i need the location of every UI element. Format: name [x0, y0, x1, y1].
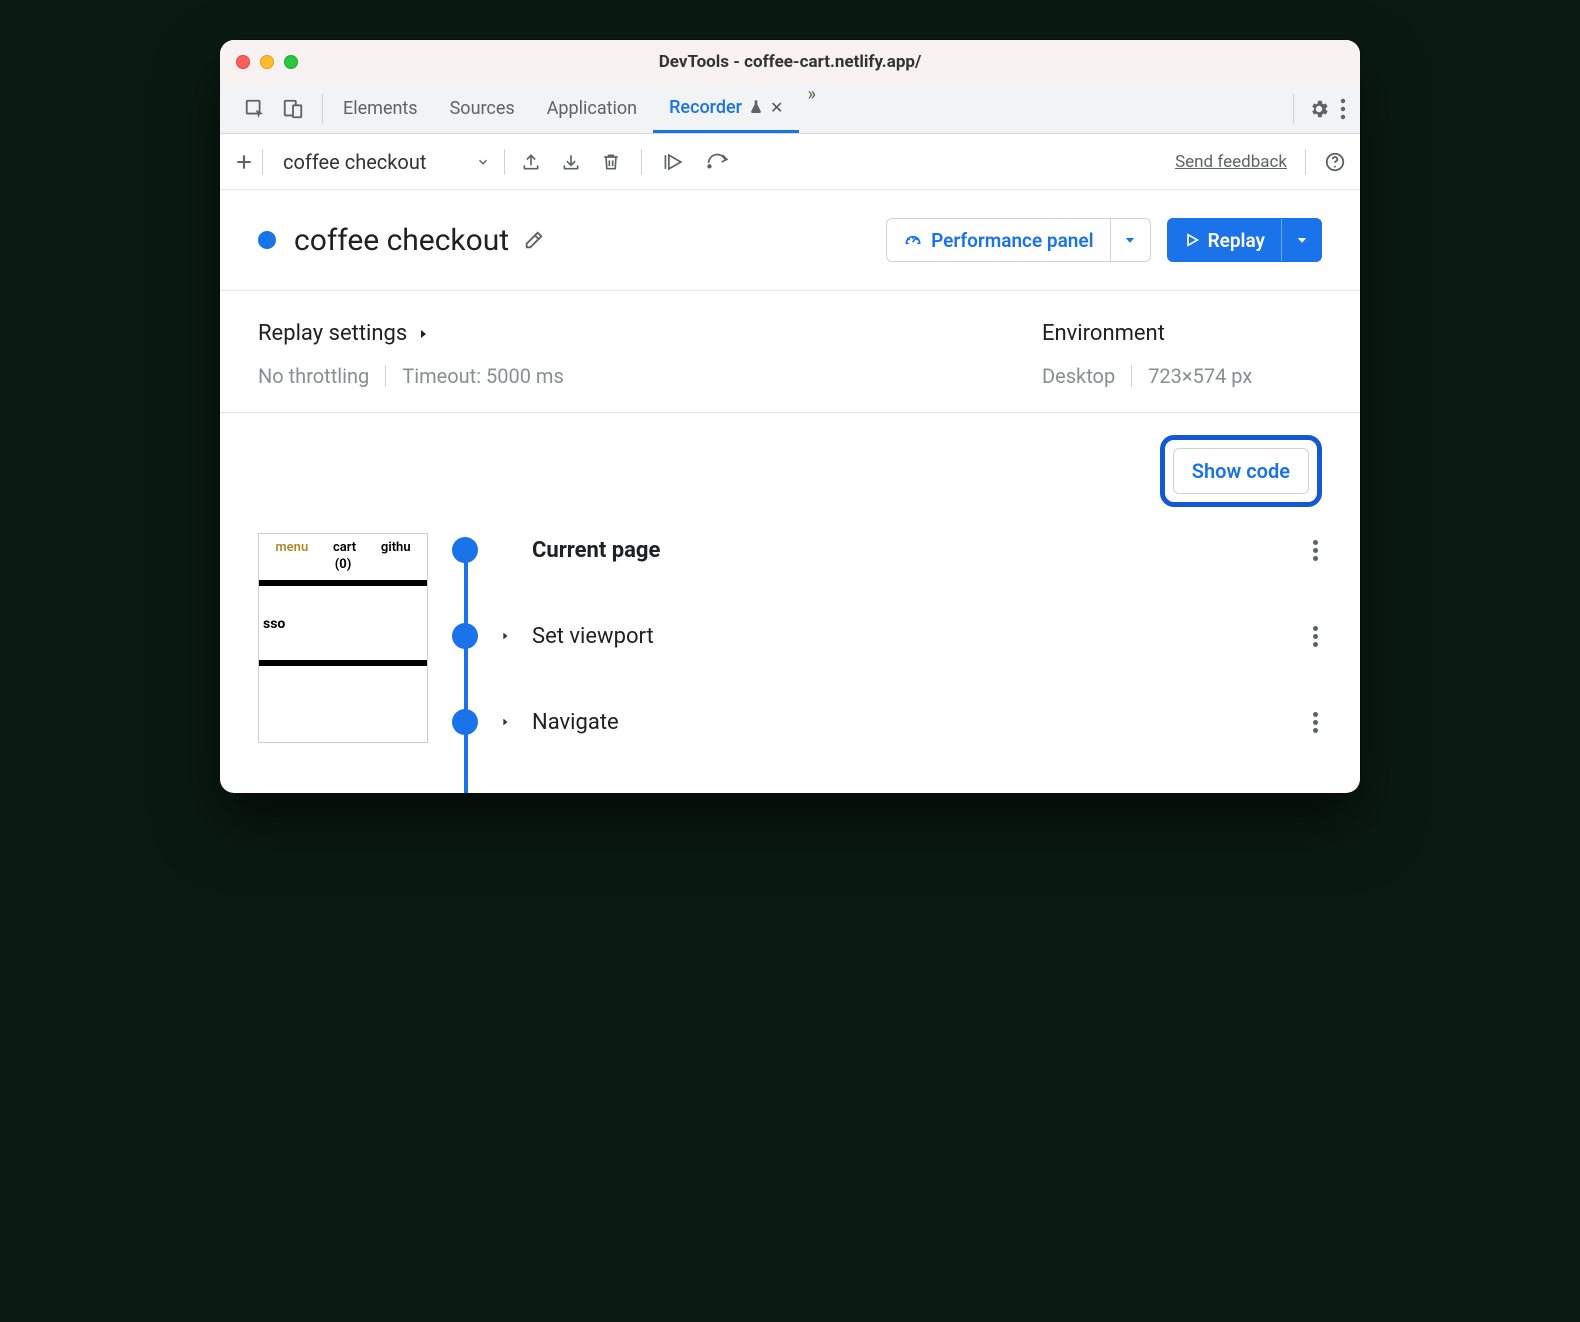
timeout-value: Timeout: 5000 ms: [402, 364, 564, 388]
separator: [1305, 149, 1306, 175]
replay-button[interactable]: Replay: [1167, 218, 1322, 262]
devtools-window: DevTools - coffee-cart.netlify.app/ Elem…: [220, 40, 1360, 793]
replay-settings-label: Replay settings: [258, 321, 407, 346]
step-menu-icon[interactable]: [1313, 540, 1322, 561]
step-navigate[interactable]: Navigate: [450, 709, 1322, 765]
close-window-button[interactable]: [236, 55, 250, 69]
new-recording-icon[interactable]: [234, 152, 254, 172]
separator: [641, 149, 642, 175]
recording-title: coffee checkout: [294, 223, 509, 258]
tabs: Elements Sources Application Recorder ✕ …: [327, 84, 824, 133]
step-label: Navigate: [532, 710, 619, 735]
thumb-cart-count: (0): [259, 557, 427, 572]
device-value: Desktop: [1042, 364, 1115, 388]
kebab-menu-icon[interactable]: [1340, 98, 1346, 120]
thumb-nav-item: menu: [275, 540, 308, 555]
play-icon: [1184, 232, 1200, 248]
continue-icon[interactable]: [662, 151, 686, 173]
separator: [1131, 365, 1132, 387]
tab-application[interactable]: Application: [531, 84, 653, 133]
tab-elements[interactable]: Elements: [327, 84, 434, 133]
device-toolbar-icon[interactable]: [282, 98, 304, 120]
performance-panel-button[interactable]: Performance panel: [886, 218, 1150, 262]
chevron-right-icon: [417, 327, 429, 341]
tab-label: Sources: [450, 98, 515, 119]
show-code-label: Show code: [1192, 459, 1290, 483]
environment-label: Environment: [1042, 321, 1165, 346]
inspect-element-icon[interactable]: [244, 98, 266, 120]
flask-icon: [748, 99, 764, 115]
thumb-body-text: sso: [259, 616, 427, 632]
step-dot: [452, 623, 478, 649]
step-label: Set viewport: [532, 624, 654, 649]
separator: [1293, 94, 1294, 124]
separator: [385, 365, 386, 387]
step-menu-icon[interactable]: [1313, 626, 1322, 647]
tab-sources[interactable]: Sources: [434, 84, 531, 133]
tab-recorder[interactable]: Recorder ✕: [653, 84, 799, 133]
step-menu-icon[interactable]: [1313, 712, 1322, 733]
traffic-lights: [236, 55, 298, 69]
page-thumbnail: menu cart githu (0) sso: [258, 533, 428, 743]
thumb-divider: [259, 660, 427, 666]
tab-label: Recorder: [669, 97, 742, 118]
separator: [322, 94, 323, 124]
chevron-down-icon: [476, 155, 490, 169]
separator: [262, 149, 263, 175]
step-set-viewport[interactable]: Set viewport: [450, 623, 1322, 709]
settings-gear-icon[interactable]: [1308, 98, 1330, 120]
edit-title-icon[interactable]: [523, 229, 545, 251]
devtools-tabbar: Elements Sources Application Recorder ✕ …: [220, 84, 1360, 134]
thumb-divider: [259, 580, 427, 586]
step-current-page[interactable]: ▶ Current page: [450, 537, 1322, 623]
performance-panel-label: Performance panel: [931, 229, 1093, 252]
viewport-value: 723×574 px: [1148, 364, 1252, 388]
recording-status-dot: [258, 231, 276, 249]
performance-panel-dropdown[interactable]: [1110, 219, 1150, 261]
expand-caret-icon[interactable]: [496, 630, 514, 642]
separator: [504, 149, 505, 175]
more-tabs-button[interactable]: »: [799, 84, 823, 133]
step-dot: [452, 537, 478, 563]
step-label: Current page: [532, 538, 660, 563]
recording-header: coffee checkout Performance panel: [258, 190, 1322, 290]
expand-caret-icon[interactable]: [496, 716, 514, 728]
titlebar: DevTools - coffee-cart.netlify.app/: [220, 40, 1360, 84]
recording-selector[interactable]: coffee checkout: [271, 146, 496, 178]
settings-row: Replay settings No throttling Timeout: 5…: [258, 291, 1322, 412]
window-title: DevTools - coffee-cart.netlify.app/: [220, 52, 1360, 72]
recording-selector-label: coffee checkout: [283, 150, 426, 174]
maximize-window-button[interactable]: [284, 55, 298, 69]
recorder-toolbar: coffee checkout: [220, 134, 1360, 190]
replay-settings-toggle[interactable]: Replay settings: [258, 321, 1002, 346]
step-icon[interactable]: [706, 152, 732, 172]
throttling-value: No throttling: [258, 364, 369, 388]
timeline: ▶ Current page Set viewport: [450, 533, 1322, 765]
replay-label: Replay: [1208, 229, 1265, 252]
show-code-button[interactable]: Show code: [1173, 448, 1309, 494]
gauge-icon: [903, 230, 923, 250]
replay-dropdown[interactable]: [1281, 219, 1321, 261]
tab-label: Application: [547, 98, 637, 119]
recorder-panel: coffee checkout Performance panel: [220, 190, 1360, 793]
delete-icon[interactable]: [601, 151, 621, 173]
steps-area: menu cart githu (0) sso ▶ Current page: [258, 533, 1322, 793]
import-icon[interactable]: [561, 151, 581, 173]
thumb-nav-item: githu: [381, 540, 411, 555]
thumb-nav-item: cart: [333, 540, 356, 555]
tab-label: Elements: [343, 98, 418, 119]
help-icon[interactable]: [1324, 151, 1346, 173]
export-icon[interactable]: [521, 151, 541, 173]
minimize-window-button[interactable]: [260, 55, 274, 69]
send-feedback-link[interactable]: Send feedback: [1175, 152, 1287, 172]
show-code-highlight: Show code: [258, 413, 1322, 533]
close-tab-icon[interactable]: ✕: [770, 98, 783, 117]
step-dot: [452, 709, 478, 735]
